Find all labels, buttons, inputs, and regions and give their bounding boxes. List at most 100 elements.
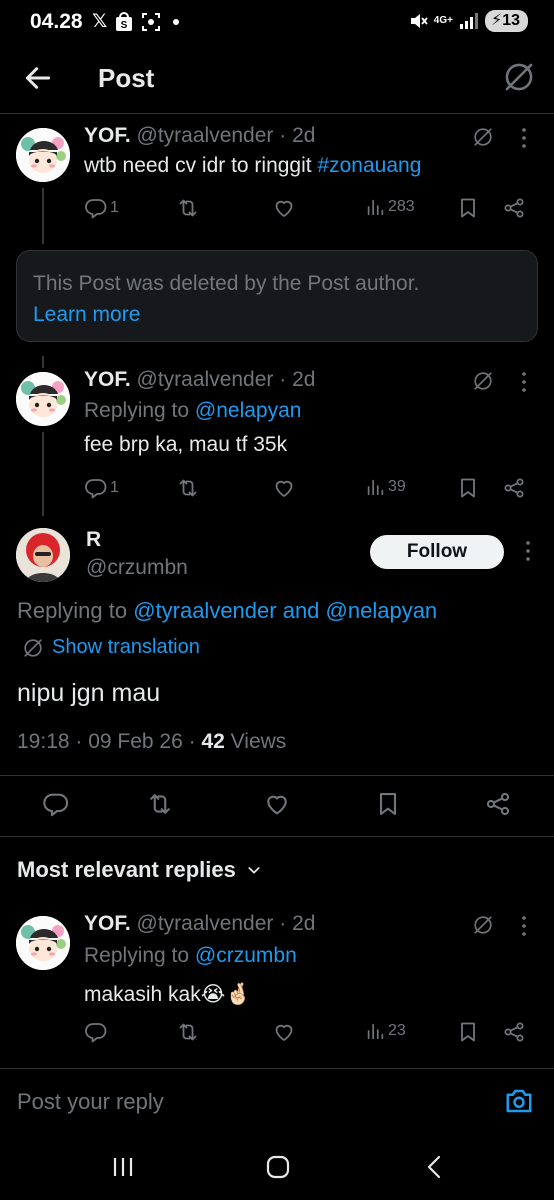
share-button[interactable] <box>502 476 526 500</box>
more-button[interactable] <box>524 540 532 562</box>
system-nav-bar <box>0 1132 554 1200</box>
hashtag-link[interactable]: #zonauang <box>317 154 421 177</box>
page-title: Post <box>98 63 155 93</box>
show-translation-button[interactable]: Show translation <box>22 636 200 659</box>
mention-link-2[interactable]: @nelapyan <box>326 598 438 623</box>
deleted-post-notice: This Post was deleted by the Post author… <box>16 250 538 342</box>
status-system-icons: 4G+ ⚡13 <box>408 10 528 32</box>
bookmark-button[interactable] <box>456 196 480 220</box>
main-post-text: nipu jgn mau <box>17 679 161 707</box>
grok-icon <box>502 60 536 94</box>
more-icon <box>520 127 528 149</box>
header: Post <box>0 44 554 114</box>
camera-button[interactable] <box>504 1087 534 1115</box>
dot-icon <box>173 18 180 25</box>
avatar[interactable] <box>16 372 70 426</box>
back-button[interactable] <box>22 62 54 94</box>
views-button[interactable]: 283 <box>364 196 415 218</box>
screenshot-icon <box>141 12 161 32</box>
recent-apps-button[interactable] <box>108 1154 138 1180</box>
more-button[interactable] <box>520 915 528 937</box>
like-button[interactable] <box>272 476 296 500</box>
views-count: 39 <box>388 478 406 495</box>
more-icon <box>520 915 528 937</box>
home-button[interactable] <box>263 1154 293 1180</box>
grok-button[interactable] <box>472 370 494 392</box>
views-button[interactable]: 39 <box>364 476 406 498</box>
reply-button[interactable] <box>42 790 70 818</box>
like-button[interactable] <box>272 1020 296 1044</box>
back-arrow-icon <box>25 67 51 89</box>
author-name[interactable]: YOF. <box>84 124 131 147</box>
tweet-time: · 2d <box>279 368 316 391</box>
share-button[interactable] <box>502 1020 526 1044</box>
mention-link-1[interactable]: @tyraalvender <box>133 598 276 623</box>
bookmark-button[interactable] <box>456 1020 480 1044</box>
grok-icon <box>472 370 494 392</box>
author-handle[interactable]: @tyraalvender <box>137 124 274 147</box>
reply-input[interactable] <box>17 1089 457 1115</box>
bookmark-button[interactable] <box>374 790 402 818</box>
reply-icon <box>84 476 108 500</box>
tweet-header: YOF. @tyraalvender · 2d <box>84 368 315 392</box>
home-icon <box>266 1155 290 1179</box>
tweet-header: YOF. @tyraalvender · 2d <box>84 912 315 936</box>
grok-icon <box>472 914 494 936</box>
share-button[interactable] <box>484 790 512 818</box>
more-button[interactable] <box>520 127 528 149</box>
thread-tweet-2[interactable]: YOF. @tyraalvender · 2d Replying to @nel… <box>0 356 554 516</box>
like-button[interactable] <box>263 790 291 818</box>
post-meta: 19:18 · 09 Feb 26 · 42 Views <box>17 730 286 754</box>
retweet-button[interactable] <box>176 476 200 500</box>
reply-button[interactable]: 1 <box>84 196 119 220</box>
thread-line <box>42 188 44 244</box>
main-author-name[interactable]: R <box>86 528 101 552</box>
reply-icon <box>84 1020 108 1044</box>
views-icon <box>364 476 386 498</box>
tweet-time: · 2d <box>279 912 316 935</box>
svg-text:S: S <box>121 20 128 31</box>
bookmark-icon <box>456 476 480 500</box>
like-button[interactable] <box>272 196 296 220</box>
tweet-actions: 23 <box>84 1020 534 1044</box>
post-timestamp: 19:18 · 09 Feb 26 · <box>17 730 202 753</box>
signal-icon <box>459 12 479 30</box>
follow-button[interactable]: Follow <box>370 535 504 569</box>
reply-icon <box>42 790 70 818</box>
learn-more-link[interactable]: Learn more <box>33 299 521 330</box>
thread-tweet-1[interactable]: YOF. @tyraalvender · 2d wtb need cv idr … <box>0 114 554 244</box>
reply-tweet[interactable]: YOF. @tyraalvender · 2d Replying to @crz… <box>0 900 554 1060</box>
main-author-handle[interactable]: @crzumbn <box>86 556 188 580</box>
author-handle[interactable]: @tyraalvender <box>137 368 274 391</box>
grok-button[interactable] <box>502 60 536 94</box>
status-time: 04.28 <box>30 10 83 33</box>
divider <box>0 836 554 837</box>
grok-icon <box>472 126 494 148</box>
views-button[interactable]: 23 <box>364 1020 406 1042</box>
mention-link[interactable]: @crzumbn <box>195 944 297 967</box>
deleted-notice-text: This Post was deleted by the Post author… <box>33 272 420 295</box>
avatar[interactable] <box>16 128 70 182</box>
author-name[interactable]: YOF. <box>84 912 131 935</box>
more-button[interactable] <box>520 371 528 393</box>
retweet-button[interactable] <box>176 1020 200 1044</box>
nav-back-button[interactable] <box>420 1154 450 1180</box>
retweet-button[interactable] <box>146 790 174 818</box>
replying-and: and <box>276 598 326 623</box>
retweet-button[interactable] <box>176 196 200 220</box>
mute-icon <box>408 11 428 31</box>
share-button[interactable] <box>502 196 526 220</box>
reply-button[interactable]: 1 <box>84 476 119 500</box>
bookmark-icon <box>456 1020 480 1044</box>
main-avatar[interactable] <box>16 528 70 582</box>
avatar[interactable] <box>16 916 70 970</box>
bookmark-button[interactable] <box>456 476 480 500</box>
grok-button[interactable] <box>472 914 494 936</box>
mention-link[interactable]: @nelapyan <box>195 399 302 422</box>
reply-button[interactable] <box>84 1020 108 1044</box>
grok-button[interactable] <box>472 126 494 148</box>
replies-sort-button[interactable]: Most relevant replies <box>17 857 262 883</box>
author-name[interactable]: YOF. <box>84 368 131 391</box>
tweet-actions: 1 39 <box>84 476 534 500</box>
author-handle[interactable]: @tyraalvender <box>137 912 274 935</box>
